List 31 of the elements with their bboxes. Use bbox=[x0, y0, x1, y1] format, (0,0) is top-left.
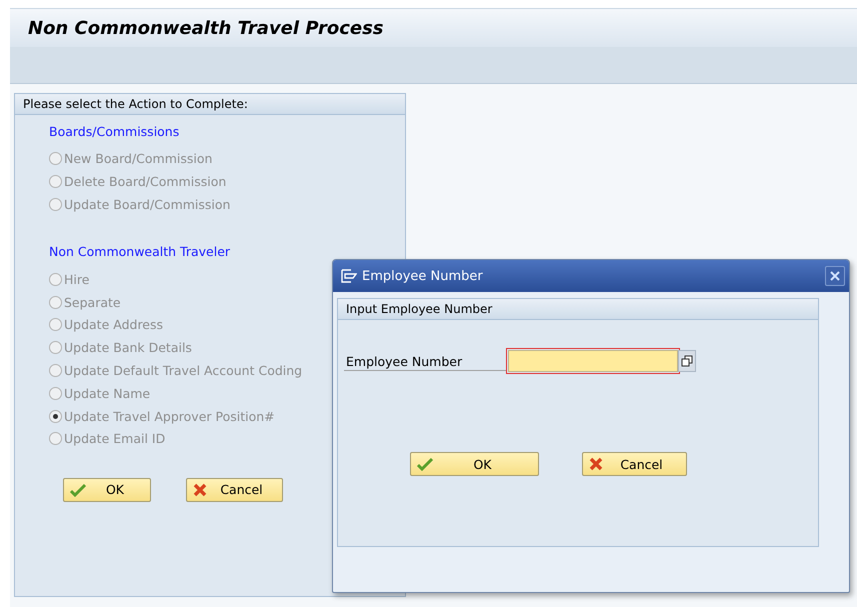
radio-label: Update Name bbox=[64, 386, 150, 401]
radio-label: Update Email ID bbox=[64, 431, 166, 446]
employee-number-field[interactable] bbox=[508, 350, 678, 372]
cross-icon bbox=[193, 482, 207, 497]
value-help-button[interactable] bbox=[678, 350, 696, 372]
group-heading: Non Commonwealth Traveler bbox=[49, 243, 232, 262]
window-title: Non Commonwealth Travel Process bbox=[28, 18, 384, 38]
radio-label: Update Default Travel Account Coding bbox=[64, 362, 302, 378]
group-title: Input Employee Number bbox=[338, 299, 818, 320]
radio-label: Delete Board/Commission bbox=[64, 174, 226, 190]
radio-label: Update Address bbox=[64, 317, 164, 332]
radio-label: Update Travel Approver Position# bbox=[64, 408, 275, 424]
radio-label: New Board/Commission bbox=[64, 151, 212, 166]
close-icon bbox=[830, 271, 840, 281]
cancel-button[interactable]: Cancel bbox=[582, 452, 687, 476]
radio-label: Separate bbox=[64, 294, 121, 310]
window-icon bbox=[341, 269, 357, 283]
radio-label: Update Bank Details bbox=[64, 340, 192, 356]
close-button[interactable] bbox=[825, 266, 845, 286]
cross-icon bbox=[589, 457, 603, 471]
ok-button[interactable]: OK bbox=[63, 478, 151, 502]
group-heading: Boards/Commissions bbox=[49, 123, 180, 141]
dialog-title: Employee Number bbox=[362, 268, 484, 284]
check-icon bbox=[70, 482, 86, 497]
check-icon bbox=[417, 457, 433, 471]
radio-label: Update Board/Commission bbox=[64, 196, 230, 212]
ok-button[interactable]: OK bbox=[410, 452, 539, 476]
panel-title: Please select the Action to Complete: bbox=[15, 94, 405, 115]
cancel-button[interactable]: Cancel bbox=[186, 478, 283, 502]
copy-icon bbox=[681, 355, 693, 367]
radio-label: Hire bbox=[64, 272, 90, 287]
